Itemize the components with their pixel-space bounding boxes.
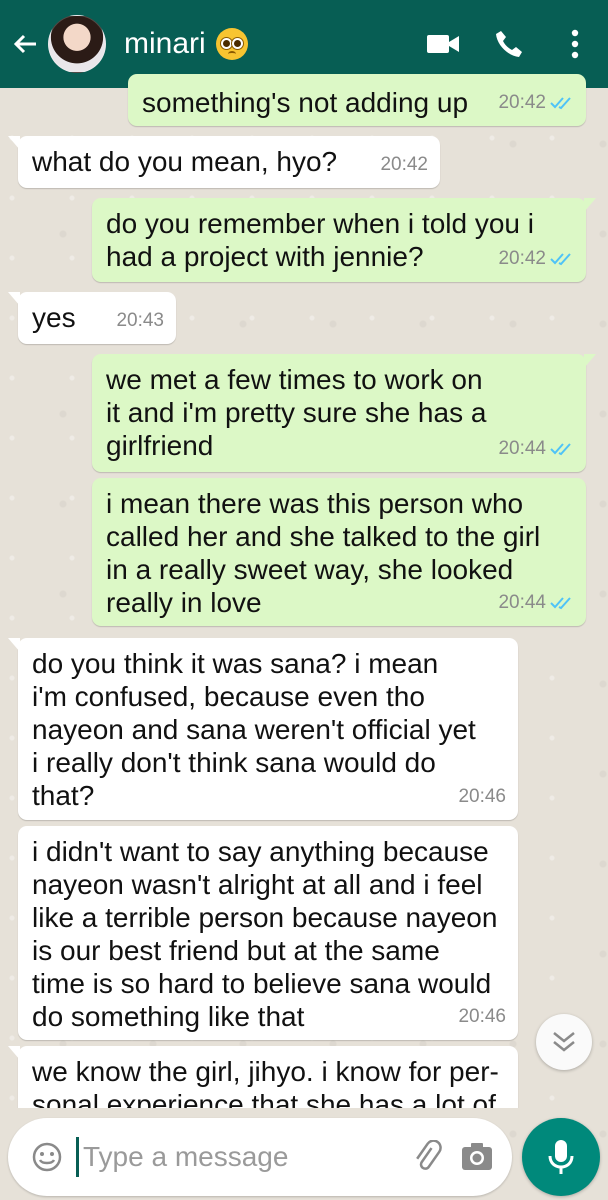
more-options-icon[interactable] (542, 14, 608, 74)
message-time: 20:46 (458, 1006, 506, 1027)
outgoing-message[interactable]: do you remember when i told you i had a … (92, 198, 596, 282)
read-receipt-icon (550, 442, 571, 455)
incoming-message[interactable]: do you think it was sana? i mean i'm con… (8, 638, 518, 820)
incoming-message[interactable]: i didn't want to say anything because na… (18, 826, 518, 1040)
double-chevron-down-icon (553, 1032, 575, 1052)
message-time: 20:44 (498, 592, 546, 613)
message-text: do you think it was sana? i mean i'm con… (32, 648, 476, 811)
incoming-message[interactable]: what do you mean, hyo? 20:42 (8, 136, 440, 188)
message-text: what do you mean, hyo? (32, 146, 338, 177)
message-time: 20:44 (498, 438, 546, 459)
contact-title[interactable]: minari (124, 27, 248, 61)
read-receipt-icon (550, 596, 571, 609)
voice-call-icon[interactable] (476, 14, 542, 74)
message-time: 20:42 (498, 248, 546, 269)
message-time: 20:42 (498, 92, 546, 113)
pleading-face-icon (215, 28, 248, 60)
emoji-icon[interactable] (22, 1132, 72, 1182)
message-time: 20:43 (116, 310, 164, 331)
outgoing-message[interactable]: we met a few times to work on it and i'm… (92, 354, 596, 472)
contact-avatar[interactable] (48, 15, 106, 73)
contact-name: minari (124, 27, 206, 60)
read-receipt-icon (550, 96, 571, 109)
message-time: 20:46 (458, 786, 506, 807)
voice-record-button[interactable] (522, 1118, 600, 1196)
text-cursor (76, 1137, 79, 1177)
video-call-icon[interactable] (410, 14, 476, 74)
message-text: we know the girl, jihyo. i know for per-… (32, 1056, 499, 1108)
outgoing-message[interactable]: something's not adding up 20:42 (128, 74, 586, 126)
message-text: i didn't want to say anything because na… (32, 836, 498, 1032)
message-input[interactable] (81, 1140, 405, 1174)
message-time: 20:42 (380, 154, 428, 175)
message-composer (8, 1118, 512, 1196)
read-receipt-icon (550, 252, 571, 265)
attach-icon[interactable] (405, 1135, 449, 1179)
incoming-message[interactable]: we know the girl, jihyo. i know for per-… (8, 1046, 518, 1108)
scroll-to-bottom-button[interactable] (536, 1014, 592, 1070)
incoming-message[interactable]: yes 20:43 (8, 292, 176, 344)
microphone-icon (548, 1140, 574, 1174)
back-arrow-icon[interactable] (10, 29, 40, 59)
outgoing-message[interactable]: i mean there was this person who called … (92, 478, 586, 626)
camera-icon[interactable] (455, 1135, 499, 1179)
